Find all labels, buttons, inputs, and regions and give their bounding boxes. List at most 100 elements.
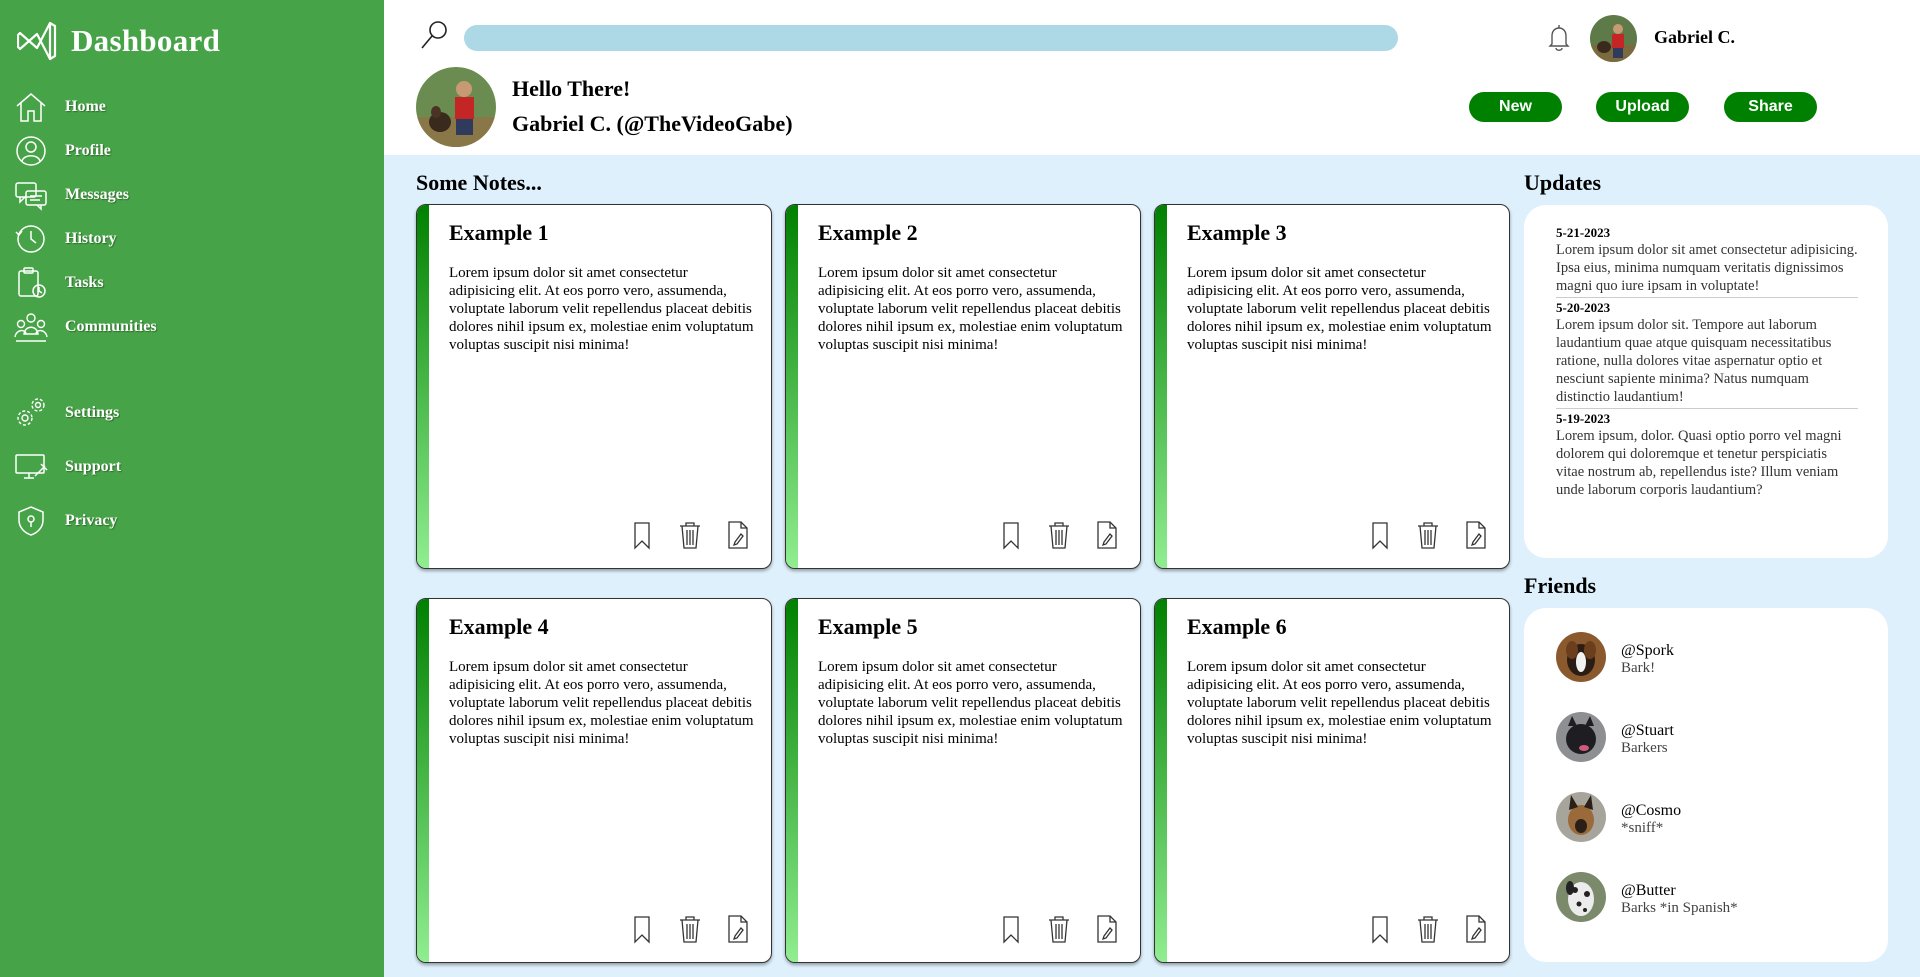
update-date: 5-21-2023 [1556, 225, 1611, 240]
sidebar-item-support[interactable]: Support [14, 447, 374, 487]
edit-file-icon[interactable] [1463, 914, 1489, 944]
note-card[interactable]: Example 6 Lorem ipsum dolor sit amet cons… [1154, 598, 1510, 963]
friend-status: Barkers [1621, 740, 1668, 756]
edit-file-icon[interactable] [1463, 520, 1489, 550]
sidebar-item-tasks[interactable]: Tasks [14, 263, 374, 303]
sidebar-item-messages[interactable]: Messages [14, 175, 374, 215]
friend-item[interactable]: @Cosmo *sniff* [1556, 792, 1876, 842]
new-button[interactable]: New [1469, 92, 1562, 122]
friend-avatar [1556, 792, 1606, 842]
friend-item[interactable]: @Butter Barks *in Spanish* [1556, 872, 1876, 922]
friend-item[interactable]: @Spork Bark! [1556, 632, 1876, 682]
user-photo-icon [416, 67, 496, 147]
friend-handle: @Cosmo [1621, 802, 1682, 819]
note-card[interactable]: Example 2 Lorem ipsum dolor sit amet cons… [785, 204, 1141, 569]
bell-icon[interactable] [1547, 24, 1571, 52]
greeting: Hello There! [512, 76, 631, 101]
note-body: Lorem ipsum dolor sit amet consectetur a… [818, 659, 1123, 747]
update-text: Lorem ipsum, dolor. Quasi optio porro ve… [1556, 428, 1842, 498]
edit-file-icon[interactable] [1094, 914, 1120, 944]
sidebar-item-home[interactable]: Home [14, 87, 374, 127]
sidebar-item-profile[interactable]: Profile [14, 131, 374, 171]
friend-avatar [1556, 872, 1606, 922]
card-accent-stripe [786, 599, 798, 962]
trash-icon[interactable] [1415, 914, 1441, 944]
note-body: Lorem ipsum dolor sit amet consectetur a… [449, 659, 754, 747]
bookmark-icon[interactable] [998, 914, 1024, 944]
update-date: 5-19-2023 [1556, 411, 1611, 426]
search-icon[interactable] [419, 19, 449, 51]
sidebar-item-history[interactable]: History [14, 219, 374, 259]
friend-handle: @Spork [1621, 642, 1674, 659]
friends-panel: @Spork Bark! @Stuart Barkers @Cosmo *sni… [1524, 608, 1888, 962]
brand[interactable]: Dashboard [17, 18, 220, 64]
note-card[interactable]: Example 1 Lorem ipsum dolor sit amet cons… [416, 204, 772, 569]
search-input[interactable] [464, 25, 1398, 51]
main-content: Some Notes... Example 1 Lorem ipsum dolor… [384, 155, 1920, 977]
sidebar-item-privacy[interactable]: Privacy [14, 501, 374, 541]
bookmark-icon[interactable] [1367, 520, 1393, 550]
privacy-icon [18, 506, 44, 536]
friend-status: Barks *in Spanish* [1621, 900, 1738, 916]
edit-file-icon[interactable] [1094, 520, 1120, 550]
note-title: Example 6 [1187, 614, 1287, 639]
sidebar-item-label: Profile [65, 142, 111, 159]
friend-handle: @Butter [1621, 882, 1676, 899]
update-item: 5-19-2023 Lorem ipsum, dolor. Quasi opti… [1556, 409, 1858, 501]
note-actions [1367, 520, 1489, 550]
sidebar-item-label: Privacy [65, 512, 118, 529]
dog-photo-icon [1556, 632, 1606, 682]
card-accent-stripe [417, 205, 429, 568]
card-accent-stripe [1155, 599, 1167, 962]
dog-photo-icon [1556, 872, 1606, 922]
avatar[interactable] [1590, 15, 1637, 62]
trash-icon[interactable] [677, 914, 703, 944]
update-item: 5-20-2023 Lorem ipsum dolor sit. Tempore… [1556, 298, 1858, 409]
trash-icon[interactable] [1415, 520, 1441, 550]
bookmark-icon[interactable] [629, 914, 655, 944]
trash-icon[interactable] [677, 520, 703, 550]
app-root: Dashboard Home Profile Messages History … [0, 0, 1920, 977]
note-title: Example 4 [449, 614, 549, 639]
upload-button[interactable]: Upload [1596, 92, 1689, 122]
header: Gabriel C. Hello There! Gabriel C. (@The… [384, 0, 1920, 155]
friend-item[interactable]: @Stuart Barkers [1556, 712, 1876, 762]
friend-status: *sniff* [1621, 820, 1664, 836]
sidebar: Dashboard Home Profile Messages History … [0, 0, 384, 977]
friend-avatar [1556, 632, 1606, 682]
card-accent-stripe [1155, 205, 1167, 568]
note-card[interactable]: Example 5 Lorem ipsum dolor sit amet cons… [785, 598, 1141, 963]
bookmark-icon[interactable] [629, 520, 655, 550]
friend-handle: @Stuart [1621, 722, 1674, 739]
app-title: Dashboard [71, 23, 221, 58]
sidebar-item-label: Tasks [65, 274, 104, 291]
top-username[interactable]: Gabriel C. [1654, 27, 1735, 48]
bookmark-icon[interactable] [1367, 914, 1393, 944]
updates-panel: 5-21-2023 Lorem ipsum dolor sit amet con… [1524, 205, 1888, 558]
sidebar-item-settings[interactable]: Settings [14, 393, 374, 433]
note-body: Lorem ipsum dolor sit amet consectetur a… [1187, 265, 1492, 353]
sidebar-item-label: Home [65, 98, 106, 115]
profile-avatar[interactable] [416, 67, 496, 147]
bookmark-icon[interactable] [998, 520, 1024, 550]
trash-icon[interactable] [1046, 914, 1072, 944]
updates-title: Updates [1524, 170, 1602, 195]
note-actions [998, 520, 1120, 550]
edit-file-icon[interactable] [725, 520, 751, 550]
update-item: 5-21-2023 Lorem ipsum dolor sit amet con… [1556, 223, 1858, 298]
profile-icon [16, 136, 46, 166]
user-photo-icon [1590, 15, 1637, 62]
messages-icon [15, 182, 47, 211]
note-card[interactable]: Example 4 Lorem ipsum dolor sit amet cons… [416, 598, 772, 963]
sidebar-item-communities[interactable]: Communities [14, 307, 374, 347]
update-date: 5-20-2023 [1556, 300, 1611, 315]
trash-icon[interactable] [1046, 520, 1072, 550]
note-title: Example 5 [818, 614, 918, 639]
share-button[interactable]: Share [1724, 92, 1817, 122]
note-actions [629, 520, 751, 550]
edit-file-icon[interactable] [725, 914, 751, 944]
sidebar-item-label: Support [65, 458, 122, 475]
note-card[interactable]: Example 3 Lorem ipsum dolor sit amet cons… [1154, 204, 1510, 569]
tasks-icon [18, 267, 46, 298]
full-name: Gabriel C. (@TheVideoGabe) [512, 111, 793, 136]
